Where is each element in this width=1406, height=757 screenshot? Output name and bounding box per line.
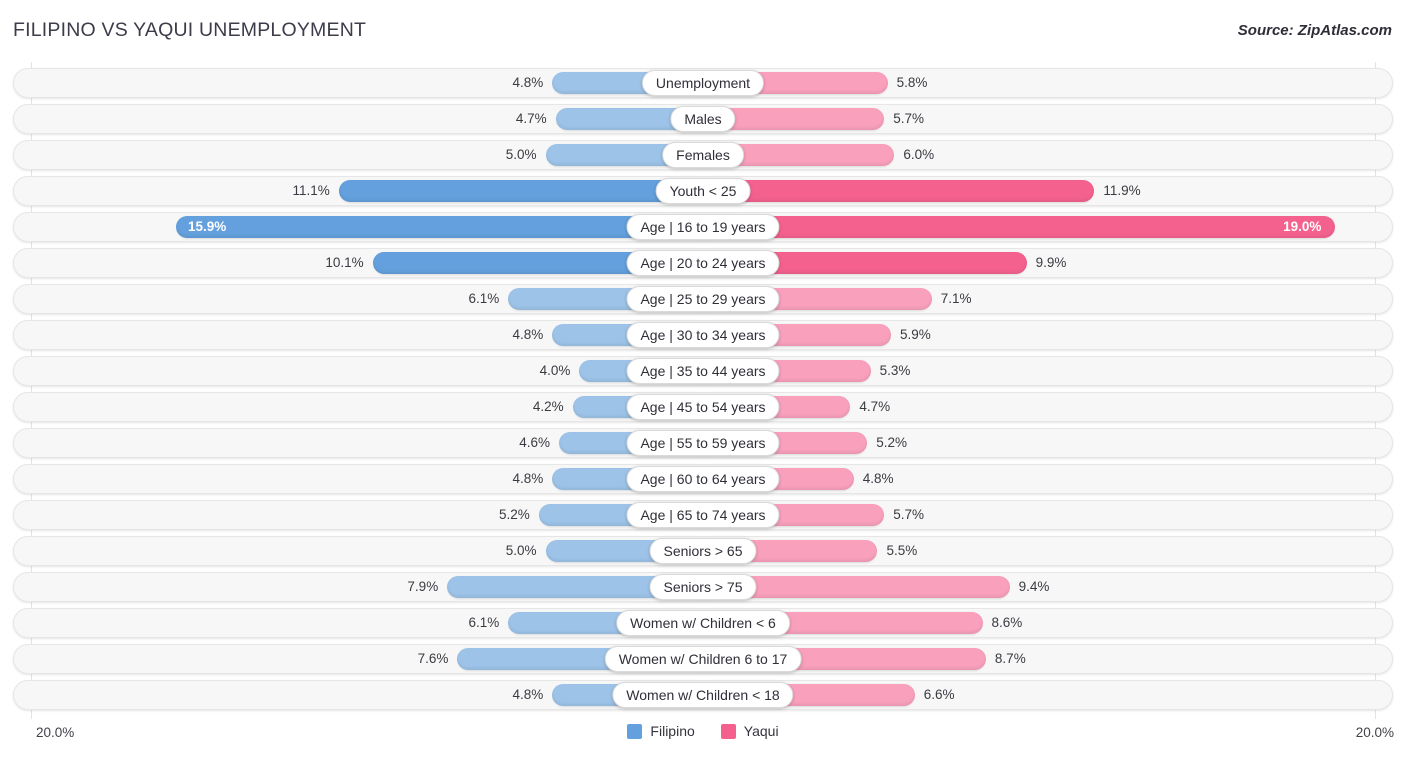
value-label-yaqui: 11.9% <box>1103 183 1141 198</box>
chart-row: 4.8% 5.8% Unemployment <box>13 68 1393 98</box>
row-category-label: Females <box>662 142 744 168</box>
value-label-yaqui: 8.6% <box>991 615 1023 630</box>
row-category-label: Age | 30 to 34 years <box>626 322 780 348</box>
value-label-yaqui: 5.9% <box>900 327 931 342</box>
chart-row: 4.8% 4.8% Age | 60 to 64 years <box>13 464 1393 494</box>
value-label-yaqui: 5.3% <box>879 363 911 378</box>
value-label-filipino: 6.1% <box>468 291 500 306</box>
value-label-filipino: 4.8% <box>512 471 544 486</box>
source-attribution: Source: ZipAtlas.com <box>1237 22 1392 39</box>
row-category-label: Age | 20 to 24 years <box>626 250 780 276</box>
chart-row: 6.1% 8.6% Women w/ Children < 6 <box>13 608 1393 638</box>
value-label-filipino: 4.8% <box>512 327 544 342</box>
bar-yaqui <box>691 216 1336 238</box>
value-label-filipino: 5.0% <box>505 543 537 558</box>
chart-row: 10.1% 9.9% Age | 20 to 24 years <box>13 248 1393 278</box>
chart-row: 5.0% 6.0% Females <box>13 140 1393 170</box>
legend-label: Yaqui <box>743 723 779 739</box>
value-label-yaqui: 8.7% <box>994 651 1026 666</box>
chart-row: 5.0% 5.5% Seniors > 65 <box>13 536 1393 566</box>
value-label-filipino: 4.8% <box>512 75 544 90</box>
chart-row: 5.2% 5.7% Age | 65 to 74 years <box>13 500 1393 530</box>
row-category-label: Seniors > 75 <box>649 574 757 600</box>
value-label-yaqui: 4.8% <box>862 471 894 486</box>
chart-legend: Filipino Yaqui <box>0 723 1406 739</box>
value-label-yaqui: 6.6% <box>923 687 955 702</box>
value-label-filipino: 4.8% <box>512 687 544 702</box>
legend-item-yaqui[interactable]: Yaqui <box>720 723 779 739</box>
value-label-filipino: 11.1% <box>292 183 330 198</box>
row-category-label: Age | 16 to 19 years <box>626 214 780 240</box>
legend-item-filipino[interactable]: Filipino <box>627 723 695 739</box>
chart-page: FILIPINO VS YAQUI UNEMPLOYMENT Source: Z… <box>0 0 1406 757</box>
page-title: FILIPINO VS YAQUI UNEMPLOYMENT <box>13 19 367 41</box>
value-label-filipino: 4.6% <box>519 435 551 450</box>
row-category-label: Youth < 25 <box>655 178 751 204</box>
value-label-yaqui: 4.7% <box>859 399 891 414</box>
legend-label: Filipino <box>650 723 695 739</box>
row-category-label: Age | 35 to 44 years <box>626 358 780 384</box>
value-label-filipino: 7.9% <box>407 579 439 594</box>
value-label-yaqui: 9.4% <box>1018 579 1050 594</box>
value-label-filipino: 4.7% <box>515 111 547 126</box>
chart-row: 15.9% 19.0% Age | 16 to 19 years <box>13 212 1393 242</box>
chart-row: 7.6% 8.7% Women w/ Children 6 to 17 <box>13 644 1393 674</box>
legend-swatch-icon <box>627 723 643 739</box>
value-label-filipino: 5.0% <box>505 147 537 162</box>
chart-row: 4.7% 5.7% Males <box>13 104 1393 134</box>
chart-row: 4.8% 6.6% Women w/ Children < 18 <box>13 680 1393 710</box>
chart-row: 7.9% 9.4% Seniors > 75 <box>13 572 1393 602</box>
value-label-filipino: 7.6% <box>417 651 449 666</box>
bar-yaqui <box>691 180 1095 202</box>
value-label-filipino: 4.0% <box>539 363 571 378</box>
value-label-yaqui: 5.5% <box>886 543 918 558</box>
row-category-label: Age | 65 to 74 years <box>626 502 780 528</box>
chart-row: 4.0% 5.3% Age | 35 to 44 years <box>13 356 1393 386</box>
row-category-label: Age | 25 to 29 years <box>626 286 780 312</box>
value-label-yaqui: 6.0% <box>903 147 935 162</box>
value-label-yaqui: 7.1% <box>940 291 972 306</box>
chart-plot-area: 4.8% 5.8% Unemployment 4.7% 5.7% Males 5.0% 6.0… <box>13 62 1393 719</box>
legend-swatch-icon <box>720 723 736 739</box>
row-category-label: Seniors > 65 <box>649 538 757 564</box>
value-label-yaqui: 5.7% <box>893 111 924 126</box>
value-label-filipino: 15.9% <box>187 219 227 234</box>
chart-row: 4.8% 5.9% Age | 30 to 34 years <box>13 320 1393 350</box>
row-category-label: Unemployment <box>641 70 765 96</box>
value-label-yaqui: 5.8% <box>896 75 928 90</box>
row-category-label: Women w/ Children 6 to 17 <box>604 646 802 672</box>
chart-row: 4.6% 5.2% Age | 55 to 59 years <box>13 428 1393 458</box>
value-label-filipino: 10.1% <box>325 255 364 270</box>
value-label-filipino: 4.2% <box>532 399 564 414</box>
value-label-filipino: 5.2% <box>498 507 530 522</box>
chart-row: 6.1% 7.1% Age | 25 to 29 years <box>13 284 1393 314</box>
value-label-yaqui: 19.0% <box>1283 219 1322 234</box>
row-category-label: Women w/ Children < 18 <box>612 682 794 708</box>
row-category-label: Age | 45 to 54 years <box>626 394 780 420</box>
row-category-label: Males <box>670 106 736 132</box>
row-category-label: Women w/ Children < 6 <box>616 610 790 636</box>
row-category-label: Age | 55 to 59 years <box>626 430 780 456</box>
row-category-label: Age | 60 to 64 years <box>626 466 780 492</box>
value-label-yaqui: 9.9% <box>1035 255 1067 270</box>
value-label-yaqui: 5.2% <box>876 435 908 450</box>
value-label-filipino: 6.1% <box>468 615 500 630</box>
chart-row: 11.1% 11.9% Youth < 25 <box>13 176 1393 206</box>
value-label-yaqui: 5.7% <box>893 507 924 522</box>
chart-row: 4.2% 4.7% Age | 45 to 54 years <box>13 392 1393 422</box>
